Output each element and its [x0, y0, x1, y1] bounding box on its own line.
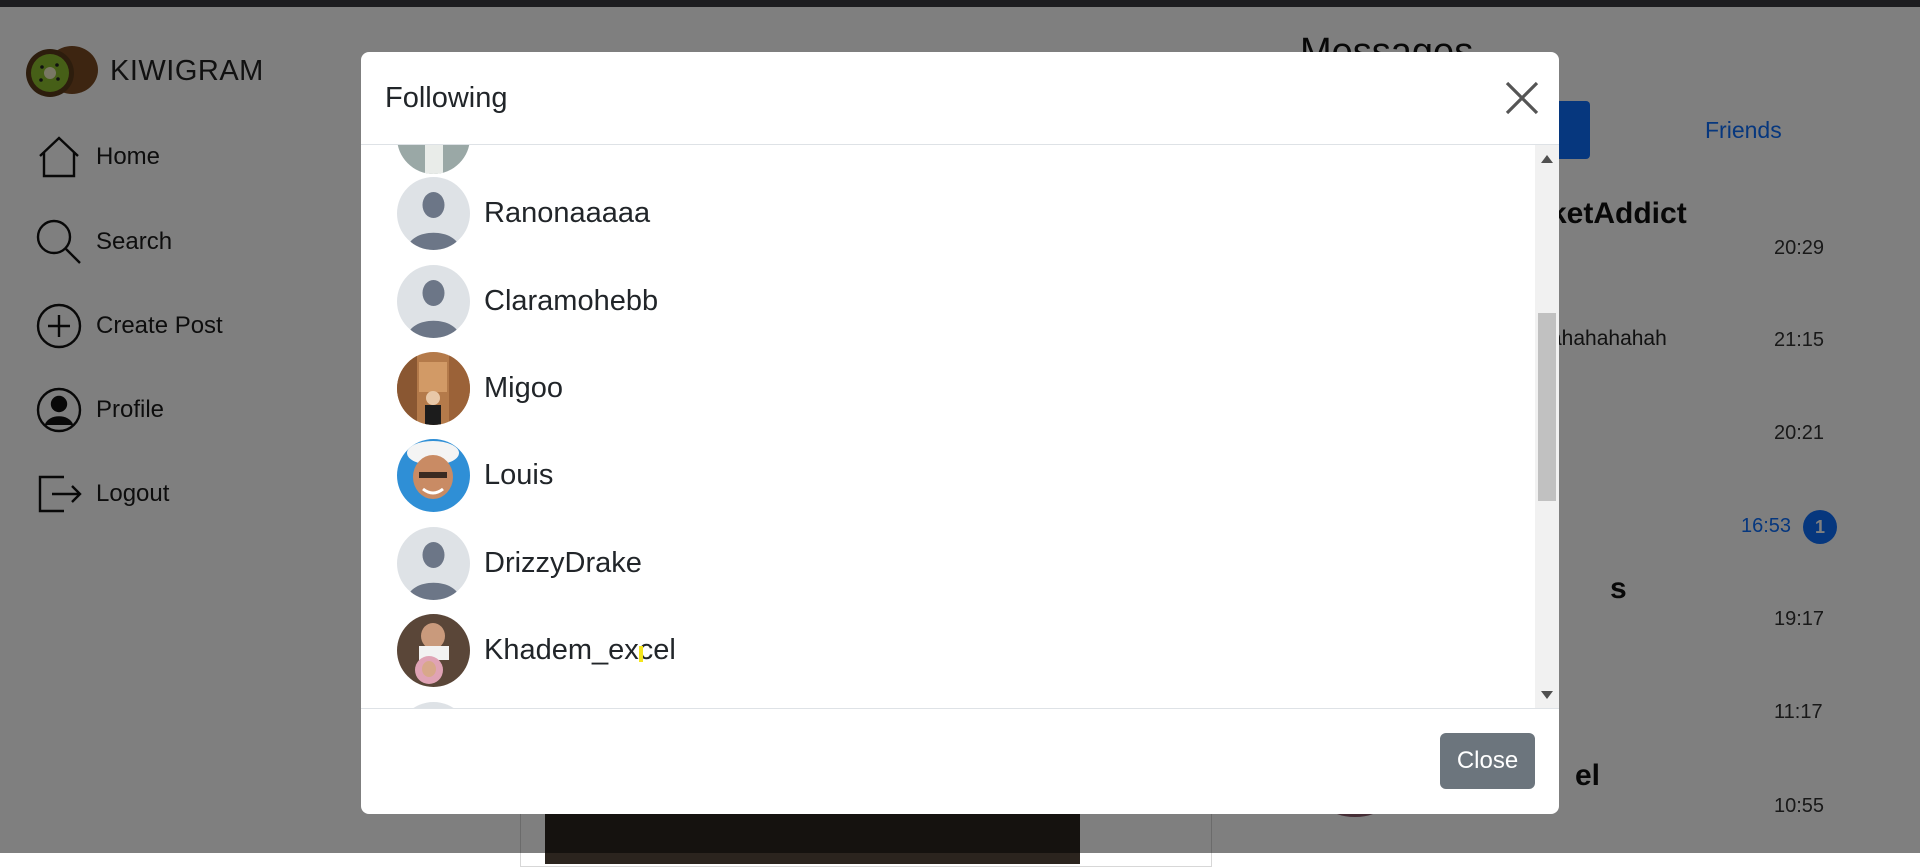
modal-title: Following — [385, 82, 508, 114]
user-name[interactable]: Migoo — [484, 372, 563, 405]
list-item[interactable]: Khadem_excel — [397, 612, 676, 688]
list-item[interactable] — [397, 700, 470, 708]
text-cursor — [639, 646, 643, 662]
list-item[interactable]: DrizzyDrake — [397, 525, 642, 601]
avatar — [397, 351, 470, 425]
list-item[interactable] — [397, 145, 470, 175]
user-name[interactable]: Claramohebb — [484, 285, 658, 318]
scroll-down-icon[interactable] — [1541, 691, 1553, 699]
scroll-thumb[interactable] — [1538, 313, 1556, 501]
list-item[interactable]: Louis — [397, 437, 553, 513]
scroll-up-icon[interactable] — [1541, 155, 1553, 163]
close-icon[interactable] — [1501, 77, 1543, 119]
avatar — [397, 613, 470, 687]
user-name[interactable]: Khadem_excel — [484, 634, 676, 667]
user-name[interactable]: DrizzyDrake — [484, 547, 642, 580]
following-list[interactable]: Ranonaaaaa Claramohebb Migoo Louis Drizz… — [361, 145, 1559, 708]
close-button[interactable]: Close — [1440, 733, 1535, 789]
default-avatar-icon — [397, 264, 470, 338]
modal-header: Following — [361, 52, 1559, 145]
avatar — [397, 145, 470, 174]
list-item[interactable]: Claramohebb — [397, 263, 658, 339]
user-name[interactable]: Louis — [484, 459, 553, 492]
default-avatar-icon — [397, 526, 470, 600]
list-item[interactable]: Ranonaaaaa — [397, 175, 650, 251]
default-avatar-icon — [397, 176, 470, 250]
avatar — [397, 438, 470, 512]
user-name[interactable]: Ranonaaaaa — [484, 197, 650, 230]
list-item[interactable]: Migoo — [397, 350, 563, 426]
modal-footer: Close — [361, 708, 1559, 814]
list-scrollbar[interactable] — [1535, 145, 1559, 708]
following-modal: Following Ranonaaaaa Claramohebb Migoo L… — [361, 52, 1559, 814]
